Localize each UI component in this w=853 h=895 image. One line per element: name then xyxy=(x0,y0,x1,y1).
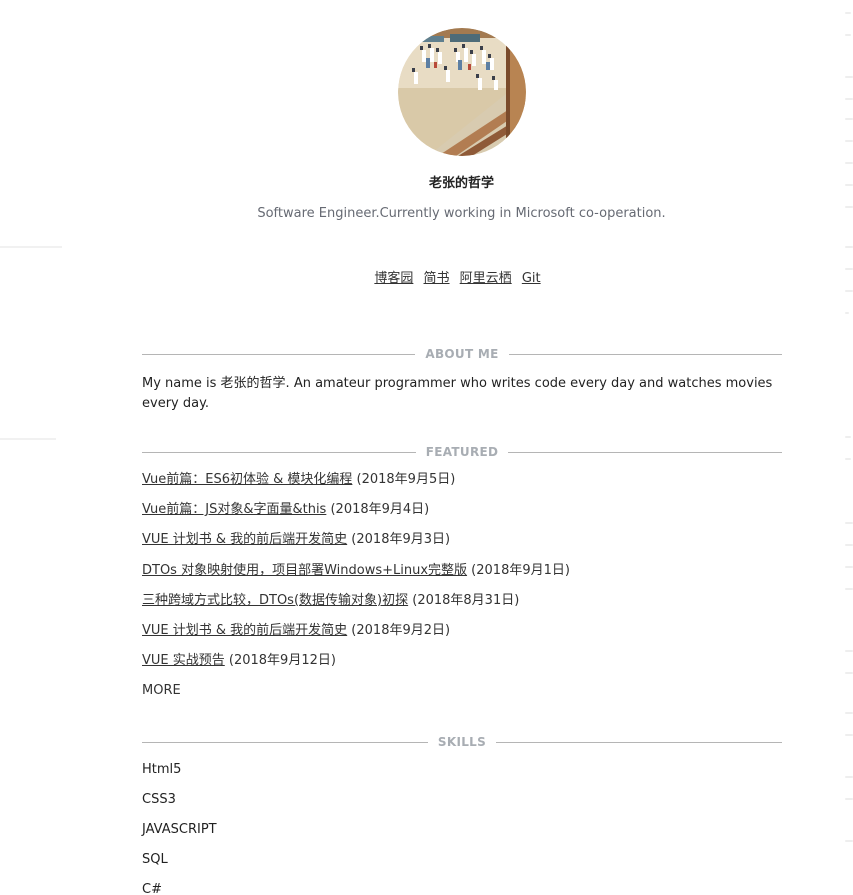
skill-item: C# xyxy=(142,882,162,895)
list-item: 三种跨域方式比较，DTOs(数据传输对象)初探 (2018年8月31日) xyxy=(142,591,792,621)
about-section-heading: ABOUT ME xyxy=(142,346,782,362)
list-item: VUE 计划书 & 我的前后端开发简史 (2018年9月3日) xyxy=(142,530,792,560)
avatar xyxy=(398,28,526,156)
link-jianshu[interactable]: 简书 xyxy=(424,271,450,286)
avatar-painting-icon xyxy=(398,28,526,156)
divider xyxy=(508,451,783,453)
skill-item: CSS3 xyxy=(142,792,176,807)
link-aliyun[interactable]: 阿里云栖 xyxy=(460,271,512,286)
featured-link[interactable]: DTOs 对象映射使用，项目部署Windows+Linux完整版 xyxy=(142,563,467,578)
social-links: 博客园 简书 阿里云栖 Git xyxy=(0,267,853,286)
profile-page: 老张的哲学 Software Engineer.Currently workin… xyxy=(0,0,853,895)
skills-list: Html5 CSS3 JAVASCRIPT SQL C# xyxy=(142,760,792,895)
featured-heading-label: FEATURED xyxy=(425,445,499,459)
featured-date: (2018年8月31日) xyxy=(408,592,520,608)
featured-date: (2018年9月4日) xyxy=(326,502,430,518)
featured-link[interactable]: 三种跨域方式比较，DTOs(数据传输对象)初探 xyxy=(142,593,408,608)
skills-heading-label: SKILLS xyxy=(437,735,487,749)
divider xyxy=(142,451,416,453)
background-ghost-line xyxy=(0,246,62,248)
background-ghost-line xyxy=(0,438,56,440)
featured-link[interactable]: VUE 计划书 & 我的前后端开发简史 xyxy=(142,623,347,638)
skill-item: Html5 xyxy=(142,762,182,777)
list-item: VUE 实战预告 (2018年9月12日) xyxy=(142,651,792,681)
featured-date: (2018年9月3日) xyxy=(347,532,451,548)
background-ghost-text xyxy=(823,0,853,895)
list-item: DTOs 对象映射使用，项目部署Windows+Linux完整版 (2018年9… xyxy=(142,561,792,591)
divider xyxy=(496,741,782,743)
link-git[interactable]: Git xyxy=(522,271,541,286)
about-text: My name is 老张的哲学. An amateur programmer … xyxy=(142,376,773,411)
link-cnblogs[interactable]: 博客园 xyxy=(374,271,413,286)
featured-link[interactable]: Vue前篇：ES6初体验 & 模块化编程 xyxy=(142,472,352,487)
about-heading-label: ABOUT ME xyxy=(425,347,499,361)
featured-date: (2018年9月5日) xyxy=(352,472,456,487)
skill-item: SQL xyxy=(142,852,168,867)
featured-link[interactable]: VUE 实战预告 xyxy=(142,653,225,668)
profile-subtitle: Software Engineer.Currently working in M… xyxy=(257,206,666,221)
featured-link[interactable]: VUE 计划书 & 我的前后端开发简史 xyxy=(142,532,347,547)
featured-list: Vue前篇：ES6初体验 & 模块化编程 (2018年9月5日) Vue前篇：J… xyxy=(142,470,792,712)
divider xyxy=(142,353,416,355)
profile-name: 老张的哲学 xyxy=(428,176,494,191)
more-link[interactable]: MORE xyxy=(142,681,792,711)
divider xyxy=(142,741,428,743)
featured-link[interactable]: Vue前篇：JS对象&字面量&this xyxy=(142,502,326,517)
list-item: VUE 计划书 & 我的前后端开发简史 (2018年9月2日) xyxy=(142,621,792,651)
list-item: Vue前篇：ES6初体验 & 模块化编程 (2018年9月5日) xyxy=(142,470,792,500)
skills-section-heading: SKILLS xyxy=(142,734,782,750)
featured-date: (2018年9月12日) xyxy=(224,653,336,669)
divider xyxy=(508,353,782,355)
featured-date: (2018年9月1日) xyxy=(467,562,570,578)
featured-section-heading: FEATURED xyxy=(142,444,783,460)
list-item: Vue前篇：JS对象&字面量&this (2018年9月4日) xyxy=(142,500,792,530)
featured-date: (2018年9月2日) xyxy=(347,622,451,638)
skill-item: JAVASCRIPT xyxy=(142,822,217,837)
